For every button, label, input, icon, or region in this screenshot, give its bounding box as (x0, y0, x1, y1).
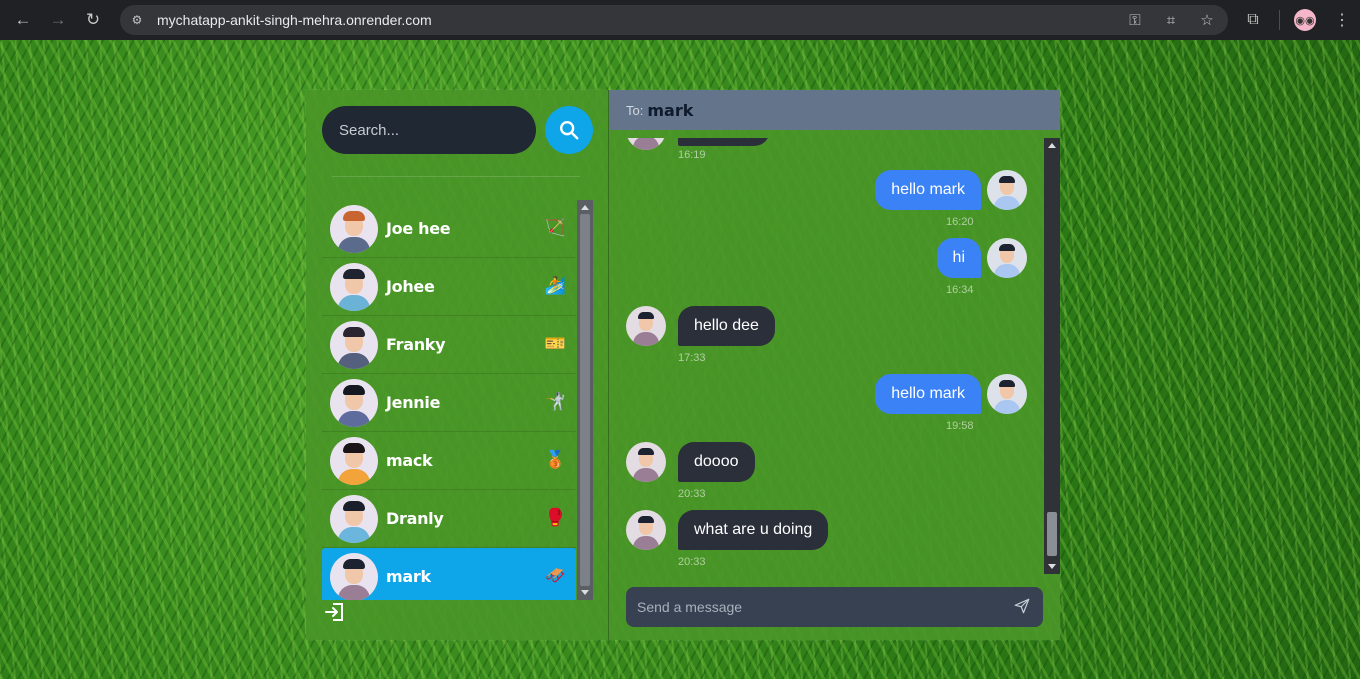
avatar (330, 436, 378, 485)
contact-item[interactable]: Jennie 🤺 (322, 374, 576, 432)
message: hello dee (626, 306, 775, 346)
sidebar-divider (332, 176, 580, 177)
message: hi (936, 238, 1027, 278)
message-time: 20:33 (678, 556, 706, 568)
message-list-scrollbar[interactable] (1044, 138, 1060, 574)
sender-avatar (626, 306, 666, 346)
search-icon (560, 121, 579, 140)
url-text[interactable]: mychatapp-ankit-singh-mehra.onrender.com (157, 12, 432, 28)
contact-item[interactable]: Dranly 🥊 (322, 490, 576, 548)
address-bar[interactable]: ⚙ mychatapp-ankit-singh-mehra.onrender.c… (120, 5, 1228, 35)
avatar (330, 262, 378, 311)
scroll-up-icon[interactable] (581, 205, 589, 210)
message-bubble (678, 138, 770, 146)
avatar (330, 204, 378, 253)
message-time: 16:19 (678, 149, 706, 161)
contact-name: Joe hee (386, 219, 451, 238)
sender-avatar (987, 170, 1027, 210)
sidebar: Joe hee 🏹 Johee 🏄 Franky 🎫 Jennie 🤺 mack (306, 90, 609, 640)
message-bubble: hello mark (875, 170, 981, 210)
browser-toolbar: ← → ↻ ⚙ mychatapp-ankit-singh-mehra.onre… (0, 0, 1360, 40)
avatar (330, 494, 378, 543)
message-time: 17:33 (678, 352, 706, 364)
menu-kebab-icon[interactable]: ⋮ (1330, 8, 1354, 32)
profile-avatar-icon[interactable]: ◉◉ (1294, 9, 1316, 31)
contact-item-selected[interactable]: mark 🛷 (322, 548, 576, 600)
avatar (330, 378, 378, 427)
contact-emoji: 🏄 (544, 276, 566, 295)
message-time: 16:20 (946, 216, 974, 228)
scroll-down-icon[interactable] (1048, 564, 1056, 569)
to-label: To: (626, 102, 644, 118)
sender-avatar (626, 442, 666, 482)
back-icon[interactable]: ← (11, 8, 35, 32)
contact-list-scrollbar[interactable] (577, 200, 593, 600)
send-button[interactable] (1013, 597, 1033, 617)
contact-name: mack (386, 451, 433, 470)
contact-emoji: 🛷 (544, 566, 566, 585)
contact-item[interactable]: mack 🥉 (322, 432, 576, 490)
scrollbar-thumb[interactable] (580, 214, 590, 586)
contact-name: mark (386, 567, 431, 586)
contact-list: Joe hee 🏹 Johee 🏄 Franky 🎫 Jennie 🤺 mack (322, 200, 576, 600)
message: hello mark (875, 374, 1027, 414)
password-key-icon[interactable]: ⚿ (1124, 9, 1146, 31)
send-icon (1014, 598, 1030, 614)
bookmark-star-icon[interactable]: ☆ (1196, 9, 1218, 31)
chat-app: Joe hee 🏹 Johee 🏄 Franky 🎫 Jennie 🤺 mack (306, 90, 1060, 640)
logout-icon (325, 603, 343, 621)
toolbar-separator (1279, 10, 1280, 30)
message-bubble: doooo (678, 442, 755, 482)
recipient-name: mark (647, 100, 694, 120)
avatar (330, 320, 378, 369)
search-row (322, 106, 593, 154)
contact-emoji: 🥊 (544, 508, 566, 527)
message-list: 16:19 hello mark 16:20 hi 16:34 hello de… (609, 138, 1043, 574)
message-bubble: hello mark (875, 374, 981, 414)
contact-item[interactable]: Joe hee 🏹 (322, 200, 576, 258)
message-input[interactable] (637, 599, 997, 615)
logout-button[interactable] (323, 600, 347, 624)
message-bubble: hi (936, 238, 981, 278)
translate-icon[interactable]: ⌗ (1160, 9, 1182, 31)
contact-name: Dranly (386, 509, 444, 528)
sender-avatar (626, 510, 666, 550)
message-time: 20:33 (678, 488, 706, 500)
chat-pane: To: mark 16:19 hello mark 16:20 hi 16:34 (609, 90, 1060, 640)
contact-name: Jennie (386, 393, 441, 412)
message: hello mark (875, 170, 1027, 210)
scroll-up-icon[interactable] (1048, 143, 1056, 148)
message-bubble: hello dee (678, 306, 775, 346)
contact-name: Franky (386, 335, 446, 354)
message-composer (626, 587, 1043, 627)
contact-emoji: 🤺 (544, 392, 566, 411)
chat-header: To: mark (609, 90, 1060, 130)
message-time: 19:58 (946, 420, 974, 432)
contact-name: Johee (386, 277, 435, 296)
message-bubble: what are u doing (678, 510, 829, 550)
sender-avatar (626, 138, 666, 150)
reload-icon[interactable]: ↻ (81, 8, 105, 32)
message-time: 16:34 (946, 284, 974, 296)
site-settings-icon[interactable]: ⚙ (129, 12, 145, 28)
contact-item[interactable]: Johee 🏄 (322, 258, 576, 316)
contact-item[interactable]: Franky 🎫 (322, 316, 576, 374)
contact-emoji: 🥉 (544, 450, 566, 469)
search-button[interactable] (545, 106, 593, 154)
extensions-icon[interactable]: ⧉ (1241, 8, 1265, 32)
scrollbar-thumb[interactable] (1047, 512, 1057, 556)
message: what are u doing (626, 510, 829, 550)
search-input[interactable] (322, 106, 536, 154)
contact-emoji: 🎫 (544, 334, 566, 353)
contact-emoji: 🏹 (544, 218, 566, 237)
sender-avatar (987, 238, 1027, 278)
sender-avatar (987, 374, 1027, 414)
avatar (330, 552, 378, 600)
forward-icon[interactable]: → (46, 8, 70, 32)
message: doooo (626, 442, 755, 482)
scroll-down-icon[interactable] (581, 590, 589, 595)
